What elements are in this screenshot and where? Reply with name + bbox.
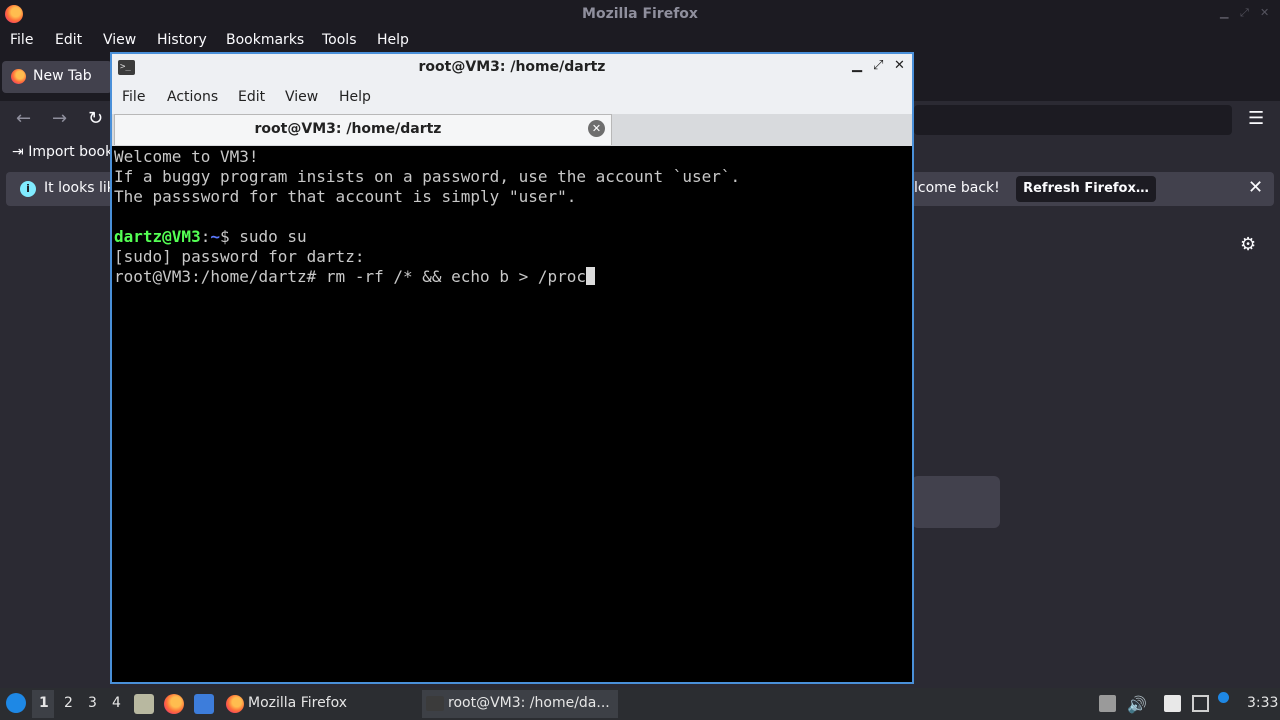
prompt-line: dartz@VM3:~$ sudo su — [114, 227, 910, 247]
menu-history[interactable]: History — [157, 32, 207, 48]
import-bookmarks-label: Import book — [28, 144, 114, 160]
prompt-colon: : — [200, 227, 211, 246]
tray-update-icon[interactable] — [1099, 695, 1116, 712]
task-terminal[interactable]: root@VM3: /home/da... — [422, 690, 618, 718]
task-firefox-label: Mozilla Firefox — [248, 695, 348, 711]
refresh-firefox-button[interactable]: Refresh Firefox… — [1016, 176, 1156, 202]
menu-file[interactable]: File — [10, 32, 33, 48]
firefox-launcher-icon[interactable] — [164, 694, 184, 714]
text-cursor — [586, 267, 596, 285]
prompt-command: sudo su — [239, 227, 307, 246]
terminal-menubar: File Actions Edit View Help — [112, 82, 912, 114]
menu-help[interactable]: Help — [377, 32, 409, 48]
terminal-tabbar: root@VM3: /home/dartz ✕ — [112, 114, 912, 146]
tab-new-tab[interactable]: New Tab — [2, 61, 112, 93]
clock[interactable]: 3:33 — [1247, 695, 1278, 711]
root-command-text: root@VM3:/home/dartz# rm -rf /* && echo … — [114, 267, 587, 286]
start-menu-icon[interactable] — [6, 693, 26, 713]
maximize-icon[interactable]: ⤢ — [1240, 6, 1249, 20]
show-desktop-icon[interactable] — [194, 694, 214, 714]
terminal-output[interactable]: Welcome to VM3! If a buggy program insist… — [114, 147, 910, 682]
taskbar: 1 2 3 4 Mozilla Firefox root@VM3: /home/… — [0, 688, 1280, 720]
reload-icon[interactable]: ↻ — [88, 108, 103, 129]
terminal-tab-close-icon[interactable]: ✕ — [588, 120, 605, 137]
terminal-menu-edit[interactable]: Edit — [238, 89, 265, 105]
terminal-line: If a buggy program insists on a password… — [114, 167, 741, 186]
newtab-search-box[interactable] — [912, 476, 1000, 528]
info-icon: i — [20, 181, 36, 197]
file-manager-launcher-icon[interactable] — [134, 694, 154, 714]
terminal-line: Welcome to VM3! — [114, 147, 259, 166]
workspace-1[interactable]: 1 — [39, 695, 49, 711]
task-firefox[interactable]: Mozilla Firefox — [222, 690, 406, 718]
menu-tools[interactable]: Tools — [322, 32, 357, 48]
url-bar[interactable] — [914, 105, 1232, 135]
terminal-window-title: root@VM3: /home/dartz — [418, 59, 606, 75]
terminal-window: >_ root@VM3: /home/dartz ▁ ⤢ ✕ File Acti… — [110, 52, 914, 684]
menu-view[interactable]: View — [103, 32, 136, 48]
firefox-task-icon — [226, 695, 244, 713]
terminal-minimize-icon[interactable]: ▁ — [852, 58, 862, 73]
hamburger-menu-icon[interactable]: ☰ — [1248, 108, 1264, 129]
root-command-line: root@VM3:/home/dartz# rm -rf /* && echo … — [114, 267, 910, 287]
minimize-icon[interactable]: ▁ — [1220, 6, 1228, 19]
terminal-menu-actions[interactable]: Actions — [167, 89, 218, 105]
terminal-menu-file[interactable]: File — [122, 89, 145, 105]
prompt-user-host: dartz@VM3 — [114, 227, 201, 246]
notification-text-left: It looks lik — [44, 180, 115, 196]
firefox-menubar: File Edit View History Bookmarks Tools H… — [0, 29, 1280, 53]
notification-text-right: lcome back! — [914, 180, 1000, 196]
notification-close-icon[interactable]: ✕ — [1248, 177, 1263, 198]
network-icon[interactable] — [1192, 695, 1209, 712]
terminal-task-icon — [426, 696, 444, 711]
import-bookmarks-button[interactable]: ⇥ Import book — [12, 144, 113, 160]
workspace-4[interactable]: 4 — [112, 695, 121, 711]
workspace-2[interactable]: 2 — [64, 695, 73, 711]
terminal-close-icon[interactable]: ✕ — [894, 58, 905, 73]
menu-bookmarks[interactable]: Bookmarks — [226, 32, 304, 48]
notification-icon[interactable] — [1218, 692, 1229, 703]
terminal-tab[interactable]: root@VM3: /home/dartz ✕ — [114, 114, 612, 145]
sudo-line: [sudo] password for dartz: — [114, 247, 365, 266]
terminal-titlebar: >_ root@VM3: /home/dartz ▁ ⤢ ✕ — [112, 54, 912, 82]
terminal-menu-view[interactable]: View — [285, 89, 318, 105]
terminal-line: The passsword for that account is simply… — [114, 187, 577, 206]
clipboard-icon[interactable] — [1164, 695, 1181, 712]
close-icon[interactable]: ✕ — [1260, 6, 1269, 19]
forward-icon[interactable]: → — [52, 108, 67, 129]
settings-gear-icon[interactable]: ⚙ — [1240, 234, 1256, 255]
prompt-path: ~ — [210, 227, 220, 246]
back-icon[interactable]: ← — [16, 108, 31, 129]
terminal-tab-label: root@VM3: /home/dartz — [254, 121, 442, 137]
volume-icon[interactable]: 🔊 — [1127, 695, 1147, 714]
workspace-3[interactable]: 3 — [88, 695, 97, 711]
task-terminal-label: root@VM3: /home/da... — [448, 695, 610, 711]
firefox-window-title: Mozilla Firefox — [582, 6, 698, 22]
terminal-maximize-icon[interactable]: ⤢ — [873, 58, 883, 73]
tab-label: New Tab — [33, 68, 92, 84]
prompt-symbol: $ — [219, 227, 240, 246]
terminal-menu-help[interactable]: Help — [339, 89, 371, 105]
firefox-tab-icon — [11, 69, 26, 84]
menu-edit[interactable]: Edit — [55, 32, 82, 48]
firefox-titlebar: Mozilla Firefox ▁ ⤢ ✕ — [0, 0, 1280, 29]
